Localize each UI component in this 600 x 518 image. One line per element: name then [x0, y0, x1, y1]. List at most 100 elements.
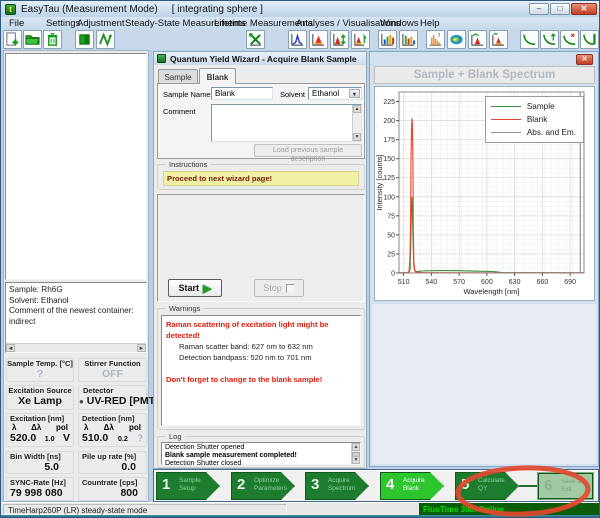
horizontal-scrollbar[interactable]: ◄ ►: [6, 343, 146, 352]
warning-line: Detection bandpass: 520 nm to 701 nm: [166, 352, 356, 363]
window-title: EasyTau (Measurement Mode): [21, 4, 158, 15]
log-box: Detection Shutter opened Blank sample me…: [161, 442, 361, 465]
scroll-left-icon[interactable]: ◄: [6, 344, 15, 352]
menu-file[interactable]: File: [9, 18, 24, 29]
tcspc-histogram-button[interactable]: t: [426, 30, 445, 49]
stop-button[interactable]: Stop: [254, 279, 304, 297]
tres-anisotropy-button[interactable]: [489, 30, 508, 49]
open-folder-button[interactable]: [23, 30, 42, 49]
solvent-select[interactable]: Ethanol ▼: [308, 87, 362, 100]
step-4-acquire-blank[interactable]: 4Acquire Blank: [380, 472, 444, 500]
excitation-source-value: Xe Lamp: [7, 395, 73, 407]
menu-settings[interactable]: Settings: [46, 18, 80, 29]
menu-windows[interactable]: Windows: [380, 18, 419, 29]
pileup-label: Pile up rate [%]: [79, 452, 146, 461]
instrument-panel: Sample: Rh6G Solvent: Ethanol Comment of…: [3, 50, 149, 502]
tab-blank[interactable]: Blank: [199, 68, 236, 84]
svg-text:690: 690: [564, 279, 576, 286]
log-line: Detection Shutter opened: [165, 444, 357, 452]
sample-description-area[interactable]: [5, 53, 147, 280]
spectrum-window: ✕ Sample + Blank Spectrum 51054057060063…: [369, 51, 599, 467]
emission-scan-button[interactable]: [309, 30, 328, 49]
maximize-icon[interactable]: □: [550, 3, 570, 15]
chevron-down-icon[interactable]: ▼: [349, 89, 360, 98]
scroll-up-icon[interactable]: ▲: [353, 105, 361, 113]
pol-header: pol: [129, 423, 141, 432]
decay-compare-button[interactable]: [560, 30, 579, 49]
instructions-group: Instructions Proceed to next wizard page…: [157, 164, 365, 190]
warning-line: Raman scatter band: 627 nm to 632 nm: [166, 341, 356, 352]
tab-sample[interactable]: Sample: [158, 69, 198, 83]
instructions-title: Instructions: [166, 160, 210, 169]
detection-label: Detection [nm]: [79, 414, 146, 423]
export-curve-button[interactable]: [96, 30, 115, 49]
minimize-icon[interactable]: –: [529, 3, 549, 15]
measurement-mode-button[interactable]: [75, 30, 94, 49]
decay-batch-button[interactable]: [580, 30, 599, 49]
quantum-yield-wizard-window: Quantum Yield Wizard - Acquire Blank Sam…: [153, 51, 367, 469]
svg-text:125: 125: [383, 175, 395, 182]
close-icon[interactable]: ✕: [576, 54, 593, 65]
legend-line-swatch: [491, 119, 521, 120]
load-previous-sample-button[interactable]: Load previous sample description: [254, 144, 362, 157]
scroll-down-icon[interactable]: ▼: [353, 133, 361, 141]
sample-info-line: indirect: [9, 317, 143, 328]
svg-text:Wavelength [nm]: Wavelength [nm]: [464, 287, 520, 296]
step-1-sample-setup[interactable]: 1Sample Setup: [156, 472, 220, 500]
scroll-up-icon[interactable]: ▲: [352, 443, 360, 451]
svg-text:0: 0: [391, 271, 395, 278]
pileup-group: Pile up rate [%] 0.0: [78, 451, 147, 474]
legend-label: Sample: [527, 102, 555, 111]
start-button[interactable]: Start ▶: [168, 279, 222, 297]
spectrum-title: Sample + Blank Spectrum: [374, 66, 595, 84]
tres-scan-button[interactable]: [468, 30, 487, 49]
close-icon[interactable]: ✕: [571, 3, 597, 15]
sample-name-input[interactable]: [211, 87, 273, 100]
scroll-down-icon[interactable]: ▼: [352, 456, 360, 464]
lambda-header: λ: [12, 423, 16, 432]
bin-width-label: Bin Width [ns]: [7, 452, 73, 461]
log-scrollbar[interactable]: ▲ ▼: [351, 443, 360, 464]
menu-adjustment[interactable]: Adjustment: [77, 18, 125, 29]
start-label: Start: [179, 283, 200, 293]
legend-entry: Blank: [491, 113, 576, 126]
comment-textarea[interactable]: ▲ ▼: [211, 104, 362, 142]
countrate-label: Countrate [cps]: [79, 478, 146, 487]
comment-label: Comment: [163, 107, 196, 116]
step-3-acquire-spectrum[interactable]: 3Acquire Spectrum: [305, 472, 369, 500]
delta-lambda-header: Δλ: [104, 423, 114, 432]
sample-info-line: Comment of the newest container:: [9, 306, 143, 317]
svg-text:225: 225: [383, 99, 395, 106]
hardware-settings-button[interactable]: [246, 30, 265, 49]
tres-contour-button[interactable]: [447, 30, 466, 49]
svg-text:600: 600: [481, 279, 493, 286]
warning-line: Raman scattering of excitation light mig…: [166, 319, 356, 341]
kinetics-bars-button[interactable]: [378, 30, 397, 49]
scroll-right-icon[interactable]: ►: [137, 344, 146, 352]
detector-label: Detector: [79, 386, 146, 395]
red-ellipse-annotation: [453, 463, 593, 518]
decay-curve-button[interactable]: [520, 30, 539, 49]
excitation-pol: V: [63, 432, 70, 444]
legend-label: Blank: [527, 115, 547, 124]
synchronous-scan-button[interactable]: [330, 30, 349, 49]
stirrer-value: OFF: [79, 368, 146, 380]
stirrer-group: Stirrer Function OFF: [78, 358, 147, 382]
excitation-scan-button[interactable]: [288, 30, 307, 49]
spectral-bars-button[interactable]: [399, 30, 418, 49]
decay-updown-button[interactable]: [540, 30, 559, 49]
delta-lambda-header: Δλ: [31, 423, 41, 432]
svg-text:175: 175: [383, 137, 395, 144]
legend-label: Abs. and Em.: [527, 128, 576, 137]
detection-wavelength: 510.0: [82, 432, 108, 444]
comment-scrollbar[interactable]: ▲ ▼: [352, 105, 361, 141]
trash-icon[interactable]: [43, 30, 62, 49]
sample-info-box[interactable]: Sample: Rh6G Solvent: Ethanol Comment of…: [5, 282, 147, 353]
anisotropy-scan-button[interactable]: [351, 30, 370, 49]
legend-line-swatch: [491, 132, 521, 133]
wizard-titlebar: Quantum Yield Wizard - Acquire Blank Sam…: [154, 52, 366, 65]
menu-help[interactable]: Help: [420, 18, 440, 29]
new-file-button[interactable]: [3, 30, 22, 49]
step-2-optimize-parameters[interactable]: 2Optimize Parameters: [231, 472, 295, 500]
instruction-banner: Proceed to next wizard page!: [163, 171, 359, 186]
